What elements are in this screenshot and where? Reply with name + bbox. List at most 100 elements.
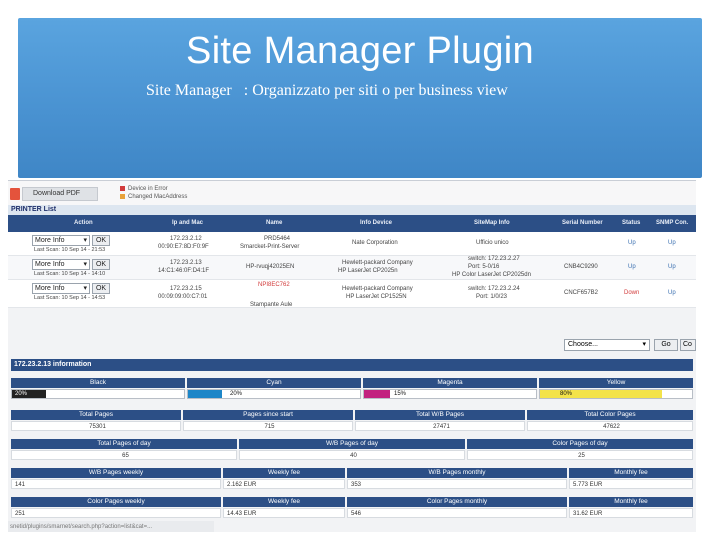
col-action: Action xyxy=(74,220,93,226)
slide-header: Site Manager Plugin Site Manager : Organ… xyxy=(18,18,702,178)
color-pages-day-header: Color Pages of day xyxy=(467,439,693,449)
wb-weekly-fee-header: Weekly fee xyxy=(223,468,345,478)
mac: 00:90:E7:8D:F0:9F xyxy=(158,244,209,250)
info-device: Hewlett-packard Company xyxy=(342,260,413,266)
mac: 14:C1:46:0F:D4:1F xyxy=(158,268,210,274)
toner-magenta-level: 15% xyxy=(394,391,407,397)
info-device: Hewlett-packard Company xyxy=(342,286,413,292)
wb-pages-day-value: 40 xyxy=(239,450,465,460)
last-scan: Last Scan: 10 Sep 14 - 14:10 xyxy=(34,271,106,277)
toner-black-header: Black xyxy=(11,378,185,388)
col-serial: Serial Number xyxy=(562,220,603,226)
wb-monthly-fee-value: 5.773 EUR xyxy=(569,479,693,489)
toner-cyan-bar: 20% xyxy=(187,389,361,399)
wb-weekly-value: 141 xyxy=(11,479,221,489)
co-button[interactable]: Co xyxy=(680,339,696,351)
serial-number: CNB4C9290 xyxy=(564,264,598,270)
color-monthly-fee-value: 31.62 EUR xyxy=(569,508,693,518)
download-pdf-button[interactable]: Download PDF xyxy=(22,187,98,201)
toner-cyan-header: Cyan xyxy=(187,378,361,388)
toner-magenta-header: Magenta xyxy=(363,378,537,388)
device-name: NPI8EC762 xyxy=(258,282,290,288)
serial-number: CNCF657B2 xyxy=(564,290,599,296)
wb-weekly-header: W/B Pages weekly xyxy=(11,468,221,478)
wb-monthly-value: 353 xyxy=(347,479,567,489)
ok-button[interactable]: OK xyxy=(92,259,110,270)
sitemap-model: HP Color LaserJet CP2025dn xyxy=(452,272,531,278)
total-pages-header: Total Pages xyxy=(11,410,181,420)
table-row: More Info OK Last Scan: 10 Sep 14 - 14:5… xyxy=(8,280,696,308)
total-wb-pages-header: Total W/B Pages xyxy=(355,410,525,420)
error-swatch-icon xyxy=(120,185,125,191)
go-button[interactable]: Go xyxy=(654,339,678,351)
sitemap-switch: switch: 172.23.2.27 xyxy=(468,256,520,262)
table-row: More Info OK Last Scan: 10 Sep 14 - 14:1… xyxy=(8,256,696,280)
last-scan: Last Scan: 10 Sep 14 - 21:53 xyxy=(34,247,106,253)
sitemap-info: Ufficio unico xyxy=(476,240,509,246)
ip: 172.23.2.13 xyxy=(170,260,202,266)
snmp-status: Up xyxy=(668,240,676,246)
choose-select[interactable]: Choose... xyxy=(564,339,650,351)
legend-item-error: Device in Error xyxy=(120,185,187,193)
legend-item-mac: Changed MacAddress xyxy=(120,193,187,201)
toner-yellow-level: 80% xyxy=(560,391,573,397)
printer-table-header: Action Ip and Mac Name Info Device SiteM… xyxy=(8,215,696,232)
info-device-model: HP LaserJet CP2025n xyxy=(338,268,398,274)
info-device-model: HP LaserJet CP1525N xyxy=(346,294,407,300)
color-weekly-value: 251 xyxy=(11,508,221,518)
total-color-pages-header: Total Color Pages xyxy=(527,410,693,420)
last-scan: Last Scan: 10 Sep 14 - 14:53 xyxy=(34,295,106,301)
status-badge: Up xyxy=(628,264,636,270)
col-snmp: SNMP Con. xyxy=(656,220,689,226)
more-info-select[interactable]: More Info xyxy=(32,235,90,246)
color-monthly-value: 546 xyxy=(347,508,567,518)
mac: 00:09:09:00:C7:01 xyxy=(158,294,208,300)
color-weekly-header: Color Pages weekly xyxy=(11,497,221,507)
slide-title: Site Manager Plugin xyxy=(186,30,534,72)
toolbar: Download PDF Device in Error Changed Mac… xyxy=(8,181,696,205)
ip: 172.23.2.12 xyxy=(170,236,202,242)
wb-monthly-fee-header: Monthly fee xyxy=(569,468,693,478)
color-pages-day-value: 25 xyxy=(467,450,693,460)
wb-monthly-header: W/B Pages monthly xyxy=(347,468,567,478)
device-name: PRD5464 xyxy=(264,236,291,242)
device-name-2: Smarcket-Print-Server xyxy=(240,244,300,250)
col-info-device: Info Device xyxy=(360,220,393,226)
printer-list-title: PRINTER List xyxy=(8,205,696,215)
mac-swatch-icon xyxy=(120,193,125,199)
table-row: More Info OK Last Scan: 10 Sep 14 - 21:5… xyxy=(8,232,696,256)
ok-button[interactable]: OK xyxy=(92,283,110,294)
ok-button[interactable]: OK xyxy=(92,235,110,246)
toner-yellow-bar: 80% xyxy=(539,389,693,399)
status-badge: Down xyxy=(624,290,640,296)
pages-since-start-header: Pages since start xyxy=(183,410,353,420)
toner-magenta-bar: 15% xyxy=(363,389,537,399)
sitemap-port: Port: 1/0/23 xyxy=(476,294,508,300)
device-info-title: 172.23.2.13 information xyxy=(11,359,693,371)
wb-weekly-fee-value: 2.162 EUR xyxy=(223,479,345,489)
color-monthly-fee-header: Monthly fee xyxy=(569,497,693,507)
status-badge: Up xyxy=(628,240,636,246)
color-weekly-fee-header: Weekly fee xyxy=(223,497,345,507)
slide-subtitle: Site Manager : Organizzato per siti o pe… xyxy=(146,82,508,99)
device-name: HP-rvuqj42025EN xyxy=(246,264,295,270)
more-info-select[interactable]: More Info xyxy=(32,283,90,294)
color-weekly-fee-value: 14.43 EUR xyxy=(223,508,345,518)
total-pages-day-value: 65 xyxy=(11,450,237,460)
total-pages-day-header: Total Pages of day xyxy=(11,439,237,449)
snmp-status: Up xyxy=(668,290,676,296)
toner-black-bar: 20% xyxy=(11,389,185,399)
more-info-select[interactable]: More Info xyxy=(32,259,90,270)
info-device: Nate Corporation xyxy=(352,240,398,246)
col-sitemap-info: SiteMap Info xyxy=(474,220,510,226)
toner-cyan-level: 20% xyxy=(230,391,243,397)
total-wb-pages-value: 27471 xyxy=(355,421,525,431)
pdf-icon xyxy=(10,188,20,200)
total-pages-value: 75301 xyxy=(11,421,181,431)
toner-yellow-header: Yellow xyxy=(539,378,693,388)
ip: 172.23.2.15 xyxy=(170,286,202,292)
toner-black-level: 20% xyxy=(15,391,28,397)
site-manager-screenshot: Download PDF Device in Error Changed Mac… xyxy=(8,180,696,532)
status-legend: Device in Error Changed MacAddress xyxy=(120,185,187,201)
action-bar: Choose... Go Co xyxy=(8,337,696,353)
